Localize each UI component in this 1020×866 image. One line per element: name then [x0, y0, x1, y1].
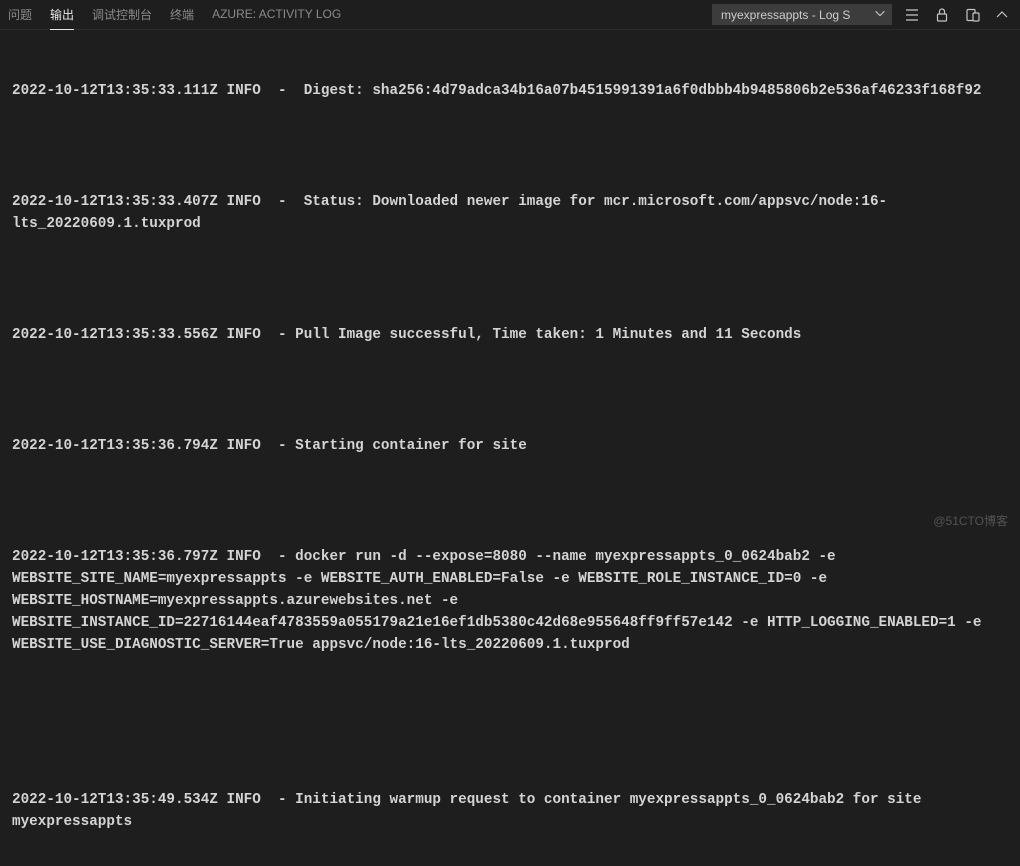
panel-header: 问题 输出 调试控制台 终端 AZURE: ACTIVITY LOG myexp… [0, 0, 1020, 30]
chevron-down-icon [873, 6, 887, 23]
log-line: 2022-10-12T13:35:36.794Z INFO - Starting… [12, 435, 1008, 457]
log-line: 2022-10-12T13:35:33.407Z INFO - Status: … [12, 191, 1008, 235]
tab-debug-console[interactable]: 调试控制台 [92, 0, 152, 30]
tab-terminal[interactable]: 终端 [170, 0, 194, 30]
panel-right-controls: myexpressappts - Log S [712, 4, 1012, 25]
panel-tabs: 问题 输出 调试控制台 终端 AZURE: ACTIVITY LOG [8, 0, 341, 30]
output-log-area[interactable]: 2022-10-12T13:35:33.111Z INFO - Digest: … [0, 30, 1020, 866]
log-line: 2022-10-12T13:35:33.556Z INFO - Pull Ima… [12, 324, 1008, 346]
tab-azure-activity-log[interactable]: AZURE: ACTIVITY LOG [212, 1, 341, 28]
lock-icon[interactable] [932, 5, 952, 25]
dropdown-label: myexpressappts - Log S [721, 8, 850, 22]
log-line: 2022-10-12T13:35:33.111Z INFO - Digest: … [12, 80, 1008, 102]
log-line: 2022-10-12T13:35:36.797Z INFO - docker r… [12, 546, 1008, 657]
clear-icon[interactable] [962, 5, 982, 25]
list-icon[interactable] [902, 5, 922, 25]
tab-problems[interactable]: 问题 [8, 0, 32, 30]
log-line: 2022-10-12T13:35:49.534Z INFO - Initiati… [12, 789, 1008, 833]
watermark: @51CTO博客 [933, 512, 1008, 529]
tab-output[interactable]: 输出 [50, 0, 74, 30]
output-channel-dropdown[interactable]: myexpressappts - Log S [712, 4, 892, 25]
chevron-up-icon[interactable] [992, 5, 1012, 25]
